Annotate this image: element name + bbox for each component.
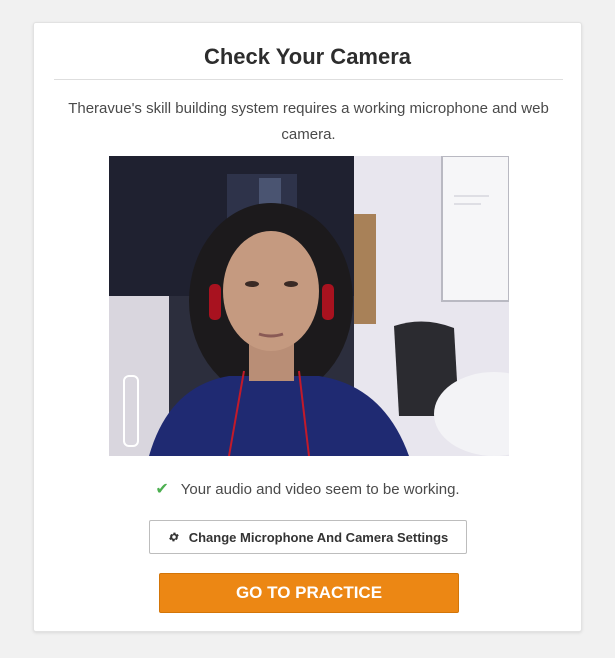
go-to-practice-button[interactable]: GO TO PRACTICE [159, 573, 459, 613]
webcam-image [109, 156, 509, 456]
title-divider [54, 79, 563, 80]
camera-check-card: Check Your Camera Theravue's skill build… [33, 22, 582, 632]
check-icon: ✔ [155, 481, 169, 498]
page-title: Check Your Camera [203, 44, 412, 69]
description-text: Theravue's skill building system require… [68, 100, 549, 143]
webcam-preview [109, 156, 509, 456]
change-settings-button[interactable]: Change Microphone And Camera Settings [149, 520, 467, 554]
gear-icon [168, 531, 180, 543]
status-text: Your audio and video seem to be working. [180, 481, 460, 498]
status-message: ✔ Your audio and video seem to be working… [34, 480, 581, 500]
change-settings-label: Change Microphone And Camera Settings [188, 529, 449, 545]
